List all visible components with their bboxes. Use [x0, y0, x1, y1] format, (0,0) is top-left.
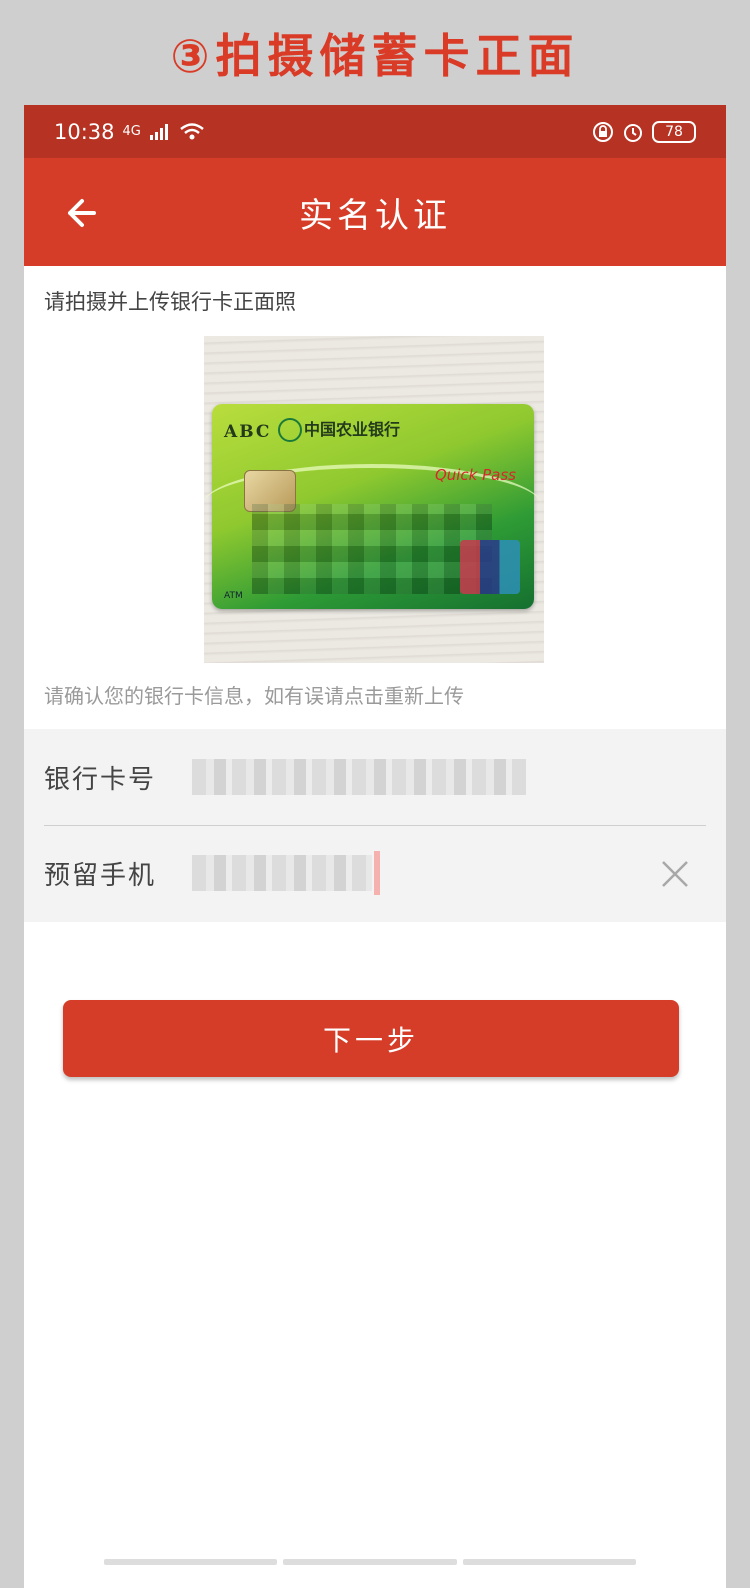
lock-rotation-icon	[593, 121, 613, 142]
upload-instruction: 请拍摄并上传银行卡正面照	[44, 290, 296, 314]
app-bar: 实名认证	[24, 158, 726, 266]
confirm-hint: 请确认您的银行卡信息，如有误请点击重新上传	[44, 684, 464, 708]
alarm-icon	[624, 123, 642, 142]
battery-level: 78	[665, 123, 683, 140]
card-brand: ABC	[224, 422, 272, 442]
phone-screen: 10:38 4G 78 实名认证 请拍摄并上传银行卡正面照 ABC 中国农业银行…	[24, 105, 726, 1588]
bottom-bar-segment	[104, 1559, 278, 1565]
card-number-field[interactable]	[192, 759, 526, 795]
card-number-row: 银行卡号	[24, 729, 726, 825]
card-number-label: 银行卡号	[44, 764, 157, 795]
wifi-icon	[180, 122, 204, 139]
phone-field[interactable]	[192, 855, 372, 891]
status-time: 10:38	[54, 119, 115, 144]
phone-row: 预留手机	[24, 825, 726, 921]
page-title: 实名认证	[299, 195, 451, 236]
bottom-bar-segment	[283, 1559, 457, 1565]
bank-card-photo[interactable]: ABC 中国农业银行 Quick Pass ATM	[204, 336, 544, 663]
battery-indicator: 78	[652, 120, 696, 143]
status-bar: 10:38 4G 78	[24, 105, 726, 158]
bank-card: ABC 中国农业银行 Quick Pass ATM	[204, 404, 542, 609]
atm-mark: ATM	[224, 591, 243, 601]
phone-label: 预留手机	[44, 860, 157, 891]
status-right: 78	[592, 120, 696, 143]
bank-logo-icon	[278, 418, 302, 442]
unionpay-logo-icon	[460, 540, 520, 594]
network-type: 4G	[122, 123, 141, 139]
clear-icon[interactable]	[660, 859, 690, 889]
quickpass-logo: Quick Pass	[434, 466, 516, 484]
bottom-bar	[104, 1559, 636, 1565]
next-step-button[interactable]: 下一步	[63, 1000, 679, 1077]
signal-icon	[149, 123, 168, 140]
back-arrow-icon[interactable]	[60, 193, 100, 233]
card-bank-name: 中国农业银行	[304, 420, 401, 439]
banner-text: ③拍摄储蓄卡正面	[170, 28, 580, 83]
text-cursor	[374, 851, 380, 895]
instruction-banner: ③拍摄储蓄卡正面	[0, 0, 750, 105]
redacted-card-number	[252, 504, 492, 594]
bottom-bar-segment	[462, 1559, 636, 1565]
status-left: 10:38 4G	[54, 120, 205, 144]
card-info-form: 银行卡号 预留手机	[24, 729, 726, 922]
